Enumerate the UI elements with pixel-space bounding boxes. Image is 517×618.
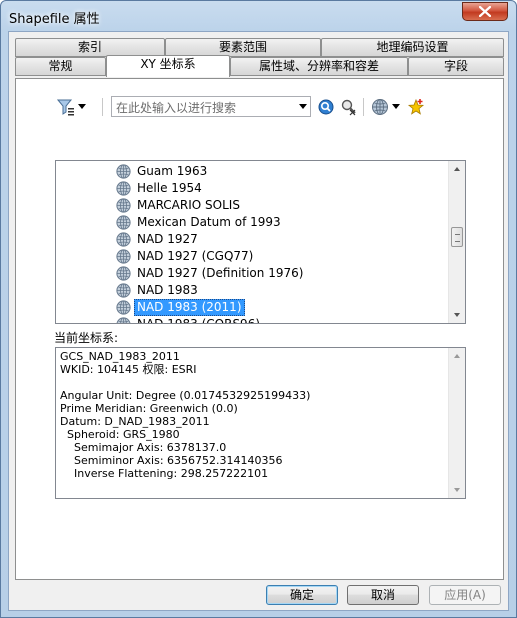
tree-item-label: NAD 1983 (2011): [134, 299, 245, 316]
globe-icon: [116, 164, 131, 179]
tab-label: 要素范围: [218, 40, 267, 54]
details-line: Angular Unit: Degree (0.0174532925199433…: [60, 389, 311, 402]
tab-geocoding-settings[interactable]: 地理编码设置: [321, 38, 504, 57]
dialog-client-area: 索引 要素范围 地理编码设置 常规 XY 坐标系 属性域、分辨率和容差 字段 在…: [8, 31, 509, 611]
tree-item-label: NAD 1927 (Definition 1976): [137, 266, 304, 280]
globe-icon: [116, 317, 131, 323]
tab-domain-resolution-tolerance[interactable]: 属性域、分辨率和容差: [230, 57, 408, 76]
tab-label: 常规: [48, 59, 73, 73]
tree-item-label: NAD 1983: [137, 283, 198, 297]
tab-xy-coordinate-system[interactable]: XY 坐标系: [106, 55, 230, 77]
coordinate-toolbar: 在此处输入以进行搜索: [56, 95, 496, 119]
clear-search-icon: [341, 99, 356, 116]
cancel-button[interactable]: 取消: [347, 585, 419, 605]
globe-icon: [116, 181, 131, 196]
tree-item-label: NAD 1927 (CGQ77): [137, 249, 254, 263]
tree-item[interactable]: NAD 1983 (CORS96): [116, 316, 263, 324]
properties-dialog: Shapefile 属性 索引 要素范围 地理编码设置 常规 XY 坐标系 属性…: [0, 0, 517, 618]
tab-label: XY 坐标系: [140, 57, 196, 71]
ok-button[interactable]: 确定: [266, 585, 338, 605]
current-coordinate-system-label: 当前坐标系:: [54, 331, 119, 345]
globe-icon: [116, 198, 131, 213]
tree-item-label: NAD 1983 (CORS96): [137, 317, 261, 324]
details-line: Prime Meridian: Greenwich (0.0): [60, 402, 238, 415]
search-placeholder: 在此处输入以进行搜索: [116, 101, 237, 115]
tab-fields[interactable]: 字段: [408, 57, 504, 76]
close-button[interactable]: [462, 2, 508, 21]
tree-item[interactable]: Helle 1954: [116, 180, 205, 197]
filter-icon: [57, 99, 74, 116]
details-line: Spheroid: GRS_1980: [60, 428, 180, 441]
scroll-up-icon[interactable]: [454, 167, 460, 171]
search-icon: [318, 99, 334, 115]
scroll-down-icon[interactable]: [454, 313, 460, 317]
tree-item-label: Helle 1954: [137, 181, 202, 195]
globe-icon: [372, 99, 388, 115]
coordinate-system-tree[interactable]: Guam 1963 Helle 1954 MARCARIO SOLIS Mexican…: [55, 160, 466, 324]
apply-button[interactable]: 应用(A): [429, 585, 501, 605]
tab-control: 索引 要素范围 地理编码设置 常规 XY 坐标系 属性域、分辨率和容差 字段 在…: [15, 38, 504, 580]
tree-item-label: Guam 1963: [137, 164, 208, 178]
scroll-thumb[interactable]: [451, 227, 463, 247]
globe-icon: [116, 215, 131, 230]
search-button[interactable]: [316, 97, 336, 117]
tab-panel-xy-coordinate-system: 在此处输入以进行搜索 Guam 1963 Helle 1954 MARCARIO…: [15, 78, 504, 580]
tree-item[interactable]: NAD 1983: [116, 282, 201, 299]
details-line: Inverse Flattening: 298.257222101: [60, 467, 269, 480]
tab-label: 字段: [443, 59, 468, 73]
details-text: GCS_NAD_1983_2011 WKID: 104145 权限: ESRI An…: [60, 350, 310, 480]
tab-label: 索引: [77, 40, 102, 54]
window-title: Shapefile 属性: [9, 12, 100, 27]
toolbar-separator: [363, 98, 364, 116]
tree-item[interactable]: NAD 1927 (Definition 1976): [116, 265, 306, 282]
chevron-down-icon: [78, 104, 86, 109]
tree-scrollbar[interactable]: [448, 161, 465, 323]
chevron-down-icon: [392, 104, 400, 109]
globe-icon: [116, 266, 131, 281]
tab-general[interactable]: 常规: [15, 57, 106, 76]
title-bar[interactable]: Shapefile 属性: [1, 1, 516, 31]
tree-item[interactable]: Guam 1963: [116, 163, 210, 180]
clear-search-button[interactable]: [339, 97, 359, 117]
tree-item[interactable]: NAD 1927: [116, 231, 201, 248]
tab-label: 地理编码设置: [376, 40, 449, 54]
filter-dropdown[interactable]: [76, 97, 88, 117]
globe-icon: [116, 249, 131, 264]
details-scrollbar[interactable]: [448, 348, 465, 498]
globe-icon: [116, 232, 131, 247]
details-line: Semiminor Axis: 6356752.314140356: [60, 454, 283, 467]
current-coordinate-system-details[interactable]: GCS_NAD_1983_2011 WKID: 104145 权限: ESRI An…: [55, 347, 466, 499]
tree-item[interactable]: MARCARIO SOLIS: [116, 197, 243, 214]
globe-dropdown[interactable]: [390, 97, 402, 117]
tree-item-label: NAD 1927: [137, 232, 198, 246]
details-line: [60, 376, 310, 389]
search-input[interactable]: 在此处输入以进行搜索: [111, 96, 311, 117]
tree-item-label: Mexican Datum of 1993: [137, 215, 281, 229]
tree-item-label: MARCARIO SOLIS: [137, 198, 240, 212]
details-line: Semimajor Axis: 6378137.0: [60, 441, 227, 454]
globe-icon: [116, 300, 131, 315]
details-line: WKID: 104145 权限: ESRI: [60, 363, 197, 376]
globe-icon: [116, 283, 131, 298]
chevron-down-icon[interactable]: [299, 104, 307, 109]
globe-button[interactable]: [370, 97, 390, 117]
add-favorite-icon: [407, 98, 425, 115]
tree-item[interactable]: NAD 1983 (2011): [116, 299, 245, 316]
toolbar-separator: [102, 98, 103, 116]
add-favorite-button[interactable]: [406, 97, 426, 117]
scroll-up-icon[interactable]: [454, 354, 460, 358]
tree-item[interactable]: Mexican Datum of 1993: [116, 214, 284, 231]
tree-item[interactable]: NAD 1927 (CGQ77): [116, 248, 256, 265]
tab-label: 属性域、分辨率和容差: [258, 59, 379, 73]
details-line: GCS_NAD_1983_2011: [60, 350, 180, 363]
filter-button[interactable]: [56, 97, 76, 117]
details-line: Datum: D_NAD_1983_2011: [60, 415, 210, 428]
close-icon: [479, 6, 491, 17]
scroll-down-icon[interactable]: [454, 488, 460, 492]
